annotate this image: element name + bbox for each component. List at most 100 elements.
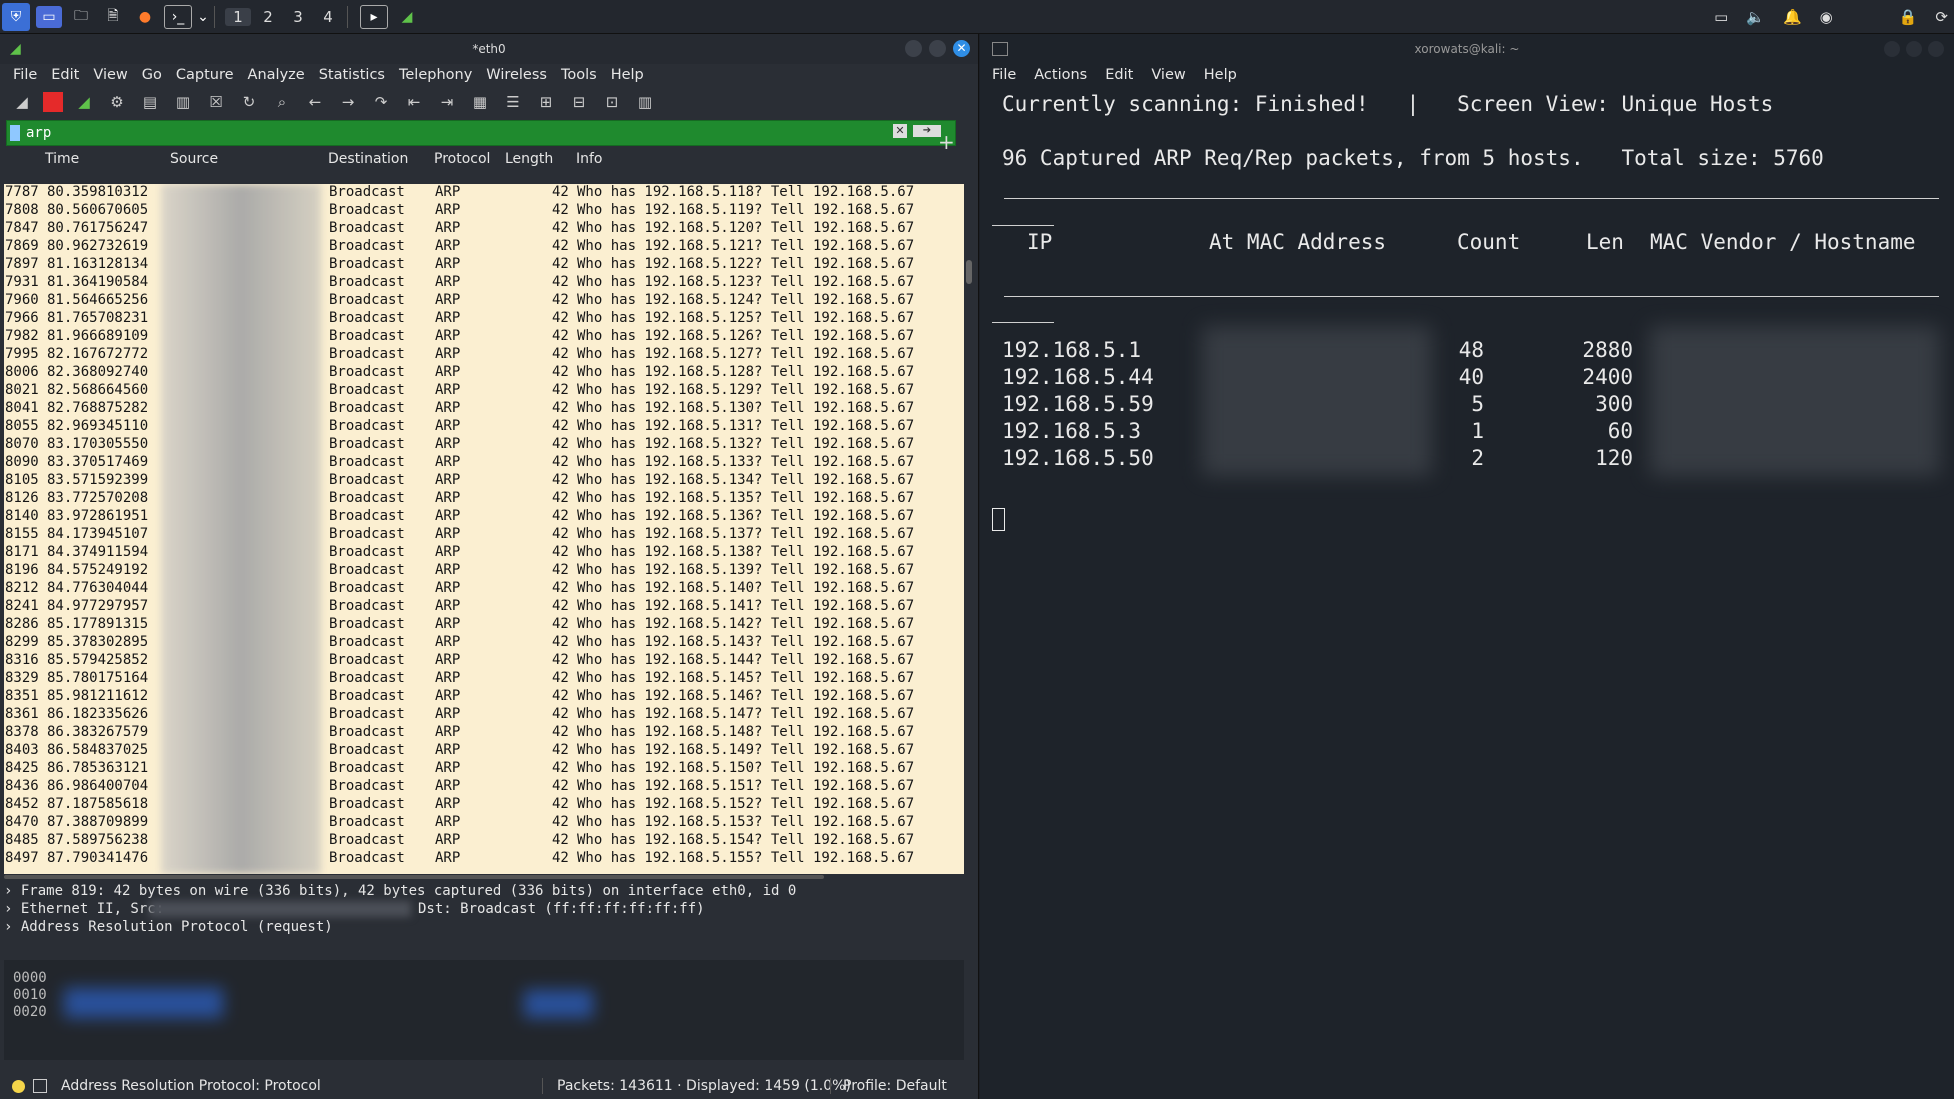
packet-row[interactable]: 8403 86.584837025 Broadcast ARP 42 Who has 19… <box>4 742 964 760</box>
close-button[interactable]: ✕ <box>953 40 970 57</box>
volume-icon[interactable]: 🔈 <box>1746 8 1765 26</box>
menu-wireless[interactable]: Wireless <box>486 67 547 83</box>
packet-row[interactable]: 8351 85.981211612 Broadcast ARP 42 Who has 19… <box>4 688 964 706</box>
packet-row[interactable]: 7897 81.163128134 Broadcast ARP 42 Who has 19… <box>4 256 964 274</box>
first-packet-icon[interactable]: ⇤ <box>402 90 426 114</box>
apply-filter-icon[interactable]: ➔ <box>913 125 941 137</box>
workspace-1[interactable]: 1 <box>225 7 251 26</box>
column-header-protocol[interactable]: Protocol <box>434 151 490 167</box>
packet-row[interactable]: 7982 81.966689109 Broadcast ARP 42 Who has 19… <box>4 328 964 346</box>
packet-list-vscroll[interactable] <box>965 184 973 874</box>
packet-row[interactable]: 7931 81.364190584 Broadcast ARP 42 Who has 19… <box>4 274 964 292</box>
menu-edit[interactable]: Edit <box>51 67 79 83</box>
packet-row[interactable]: 8286 85.177891315 Broadcast ARP 42 Who has 19… <box>4 616 964 634</box>
packet-row[interactable]: 8470 87.388709899 Broadcast ARP 42 Who has 19… <box>4 814 964 832</box>
packet-row[interactable]: 8425 86.785363121 Broadcast ARP 42 Who has 19… <box>4 760 964 778</box>
resize-columns-icon[interactable]: ▥ <box>633 90 657 114</box>
detail-row-ethernet[interactable]: › Ethernet II, Src: Dst: Broadcast (ff:ff… <box>4 900 964 918</box>
column-header-length[interactable]: Length <box>505 151 553 167</box>
packet-row[interactable]: 8485 87.589756238 Broadcast ARP 42 Who has 19… <box>4 832 964 850</box>
packet-row[interactable]: 8070 83.170305550 Broadcast ARP 42 Who has 19… <box>4 436 964 454</box>
display-filter-bar[interactable]: arp ✕ ➔ <box>6 120 956 146</box>
menu-telephony[interactable]: Telephony <box>399 67 472 83</box>
notification-bell-icon[interactable]: 🔔 <box>1783 8 1802 26</box>
terminal-minimize-button[interactable] <box>1884 41 1900 57</box>
reload-file-icon[interactable]: ↻ <box>237 90 261 114</box>
close-file-icon[interactable]: ☒ <box>204 90 228 114</box>
packet-list-hscroll[interactable] <box>4 874 964 880</box>
add-filter-button-icon[interactable]: + <box>938 130 955 154</box>
packet-row[interactable]: 8299 85.378302895 Broadcast ARP 42 Who has 19… <box>4 634 964 652</box>
terminal-output[interactable]: Currently scanning: Finished! | Screen V… <box>980 86 1954 1086</box>
column-header-source[interactable]: Source <box>170 151 218 167</box>
terminal-task-icon[interactable]: ▸ <box>360 4 388 29</box>
column-header-destination[interactable]: Destination <box>328 151 408 167</box>
terminal-menu-view[interactable]: View <box>1151 67 1185 83</box>
packet-row[interactable]: 8212 84.776304044 Broadcast ARP 42 Who has 19… <box>4 580 964 598</box>
display-filter-input[interactable]: arp <box>26 125 51 141</box>
menu-view[interactable]: View <box>93 67 127 83</box>
file-manager-icon[interactable]: 🗀 <box>68 6 94 28</box>
packet-row[interactable]: 8378 86.383267579 Broadcast ARP 42 Who has 19… <box>4 724 964 742</box>
go-to-packet-icon[interactable]: ↷ <box>369 90 393 114</box>
packet-row[interactable]: 8055 82.969345110 Broadcast ARP 42 Who has 19… <box>4 418 964 436</box>
packet-row[interactable]: 8140 83.972861951 Broadcast ARP 42 Who has 19… <box>4 508 964 526</box>
find-packet-icon[interactable]: ⌕ <box>270 90 294 114</box>
desktop-icon[interactable]: ▭ <box>36 5 62 28</box>
wireshark-task-icon[interactable]: ◢ <box>394 6 420 28</box>
maximize-button[interactable] <box>929 40 946 57</box>
packet-row[interactable]: 8316 85.579425852 Broadcast ARP 42 Who has 19… <box>4 652 964 670</box>
packet-row[interactable]: 8436 86.986400704 Broadcast ARP 42 Who has 19… <box>4 778 964 796</box>
terminal-menu-edit[interactable]: Edit <box>1105 67 1133 83</box>
packet-row[interactable]: 8155 84.173945107 Broadcast ARP 42 Who has 19… <box>4 526 964 544</box>
packet-row[interactable]: 8041 82.768875282 Broadcast ARP 42 Who has 19… <box>4 400 964 418</box>
minimize-button[interactable] <box>905 40 922 57</box>
comment-icon[interactable] <box>33 1079 47 1093</box>
save-file-icon[interactable]: ▥ <box>171 90 195 114</box>
menu-tools[interactable]: Tools <box>561 67 597 83</box>
zoom-out-icon[interactable]: ⊟ <box>567 90 591 114</box>
packet-row[interactable]: 8329 85.780175164 Broadcast ARP 42 Who has 19… <box>4 670 964 688</box>
zoom-in-icon[interactable]: ⊞ <box>534 90 558 114</box>
go-forward-icon[interactable]: → <box>336 90 360 114</box>
packet-row[interactable]: 7808 80.560670605 Broadcast ARP 42 Who has 19… <box>4 202 964 220</box>
packet-row[interactable]: 8171 84.374911594 Broadcast ARP 42 Who has 19… <box>4 544 964 562</box>
chevron-down-icon[interactable]: ⌄ <box>197 6 209 28</box>
start-capture-icon[interactable]: ◢ <box>10 90 34 114</box>
workspace-4[interactable]: 4 <box>315 8 341 26</box>
menu-statistics[interactable]: Statistics <box>319 67 385 83</box>
lock-icon[interactable]: 🔒 <box>1899 8 1918 26</box>
open-file-icon[interactable]: ▤ <box>138 90 162 114</box>
terminal-maximize-button[interactable] <box>1906 41 1922 57</box>
stop-capture-button[interactable] <box>43 92 63 112</box>
packet-row[interactable]: 7966 81.765708231 Broadcast ARP 42 Who has 19… <box>4 310 964 328</box>
packet-row[interactable]: 8497 87.790341476 Broadcast ARP 42 Who has 19… <box>4 850 964 868</box>
packet-row[interactable]: 7847 80.761756247 Broadcast ARP 42 Who has 19… <box>4 220 964 238</box>
display-icon[interactable]: ▭ <box>1714 8 1728 26</box>
autoscroll-icon[interactable]: ▦ <box>468 90 492 114</box>
kali-menu-icon[interactable]: ⛨ <box>2 2 30 31</box>
packet-row[interactable]: 8452 87.187585618 Broadcast ARP 42 Who has 19… <box>4 796 964 814</box>
workspace-3[interactable]: 3 <box>285 8 311 26</box>
terminal-close-button[interactable] <box>1928 41 1944 57</box>
terminal-launcher-icon[interactable]: ›_ <box>164 4 192 29</box>
terminal-menu-file[interactable]: File <box>992 67 1016 83</box>
clear-filter-icon[interactable]: ✕ <box>893 124 907 138</box>
detail-row-frame[interactable]: › Frame 819: 42 bytes on wire (336 bits)… <box>4 882 964 900</box>
packet-row[interactable]: 8196 84.575249192 Broadcast ARP 42 Who has 19… <box>4 562 964 580</box>
menu-analyze[interactable]: Analyze <box>248 67 305 83</box>
bookmark-icon[interactable] <box>10 125 20 141</box>
colorize-icon[interactable]: ☰ <box>501 90 525 114</box>
menu-help[interactable]: Help <box>611 67 644 83</box>
terminal-menu-help[interactable]: Help <box>1204 67 1237 83</box>
menu-file[interactable]: File <box>13 67 37 83</box>
last-packet-icon[interactable]: ⇥ <box>435 90 459 114</box>
text-editor-icon[interactable]: 🗎 <box>100 6 126 28</box>
status-profile[interactable]: Profile: Default <box>830 1078 947 1094</box>
packet-row[interactable]: 8006 82.368092740 Broadcast ARP 42 Who has 19… <box>4 364 964 382</box>
power-icon[interactable]: ⟳ <box>1935 8 1948 26</box>
capture-options-icon[interactable]: ⚙ <box>105 90 129 114</box>
restart-capture-icon[interactable]: ◢ <box>72 90 96 114</box>
workspace-2[interactable]: 2 <box>255 8 281 26</box>
terminal-menu-actions[interactable]: Actions <box>1034 67 1087 83</box>
